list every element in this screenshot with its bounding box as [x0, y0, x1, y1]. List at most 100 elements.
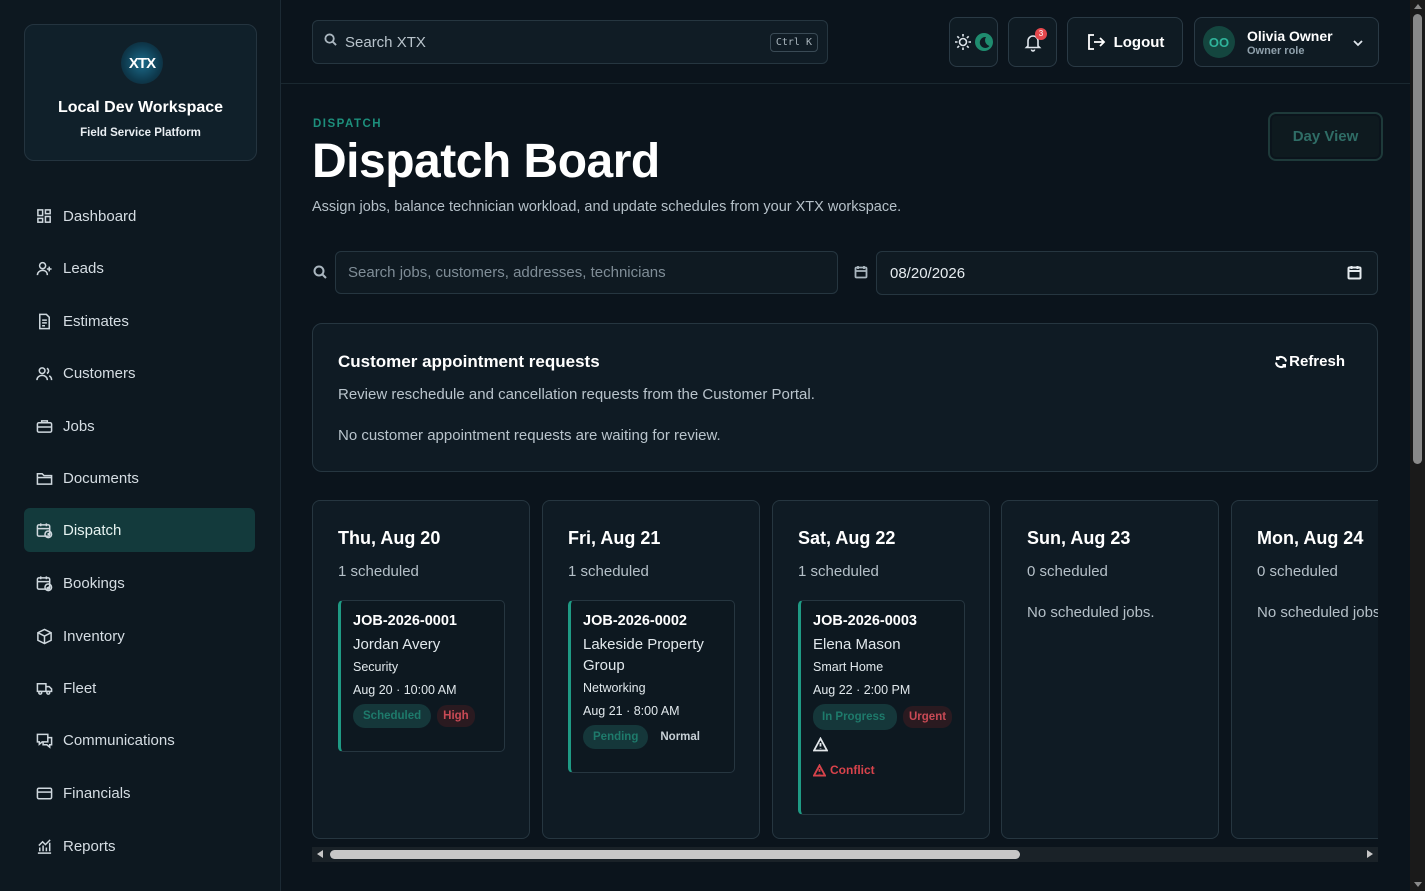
sidebar-item-documents[interactable]: Documents [24, 456, 255, 500]
page-vertical-scrollbar[interactable] [1410, 0, 1425, 891]
sidebar-item-jobs[interactable]: Jobs [24, 404, 255, 448]
day-column: Mon, Aug 24 0 scheduled No scheduled job… [1231, 500, 1378, 839]
sidebar-item-label: Financials [63, 784, 131, 802]
sidebar-item-customers[interactable]: Customers [24, 351, 255, 395]
workspace-name: Local Dev Workspace [57, 99, 224, 116]
requests-description: Review reschedule and cancellation reque… [338, 386, 815, 403]
sidebar-item-label: Leads [63, 259, 104, 277]
calendar-check-icon [35, 574, 53, 592]
job-type: Smart Home [813, 660, 884, 674]
credit-card-icon [35, 784, 53, 802]
moon-icon [974, 33, 993, 51]
notification-count-badge: 3 [1035, 28, 1047, 40]
job-card[interactable]: JOB-2026-0002 Lakeside Property Group Ne… [568, 600, 735, 773]
search-shortcut-hint: Ctrl K [769, 33, 818, 52]
day-count: 0 scheduled [1257, 563, 1338, 580]
priority-badge: Urgent [903, 706, 953, 728]
job-time: Aug 21 · 8:00 AM [583, 704, 680, 718]
job-customer: Elena Mason [813, 636, 901, 653]
job-customer: Lakeside Property Group [583, 636, 704, 674]
day-column: Sat, Aug 22 1 scheduled JOB-2026-0003 El… [772, 500, 990, 839]
sidebar-item-financials[interactable]: Financials [24, 771, 255, 815]
calendar-icon[interactable] [1347, 265, 1362, 284]
scrollbar-thumb[interactable] [330, 850, 1020, 859]
board-search-input[interactable] [335, 251, 838, 294]
scroll-left-arrow[interactable] [317, 850, 323, 858]
user-role: Owner role [1247, 44, 1305, 57]
day-empty-state: No scheduled jobs. [1257, 604, 1378, 621]
sidebar-item-leads[interactable]: Leads [24, 246, 255, 290]
sidebar: XTX Local Dev Workspace Field Service Pl… [0, 0, 281, 891]
sidebar-item-reports[interactable]: Reports [24, 824, 255, 868]
sidebar-item-label: Jobs [63, 417, 95, 435]
document-icon [35, 312, 53, 330]
user-info: Olivia Owner Owner role [1247, 28, 1333, 57]
calendar-icon [854, 265, 868, 284]
scroll-up-arrow[interactable] [1414, 4, 1422, 9]
global-search-input[interactable]: Search XTX Ctrl K [312, 20, 828, 64]
refresh-button[interactable]: Refresh [1274, 353, 1345, 370]
top-bar: Search XTX Ctrl K 3 Logout OO Olivia Own… [281, 0, 1410, 84]
board-horizontal-scrollbar[interactable] [312, 847, 1378, 862]
day-column: Fri, Aug 21 1 scheduled JOB-2026-0002 La… [542, 500, 760, 839]
scrollbar-thumb[interactable] [1413, 14, 1422, 464]
status-badge: Pending [583, 725, 649, 749]
users-icon [35, 364, 53, 382]
theme-toggle-button[interactable] [949, 17, 998, 67]
priority-badge: Normal [660, 731, 700, 743]
sidebar-item-communications[interactable]: Communications [24, 718, 255, 762]
workspace-logo-text: XTX [128, 54, 156, 72]
sidebar-item-dispatch[interactable]: Dispatch [24, 508, 255, 552]
job-customer: Jordan Avery [353, 636, 441, 653]
job-tags: Scheduled High [353, 704, 504, 728]
day-count: 1 scheduled [568, 563, 649, 580]
job-id: JOB-2026-0002 [583, 613, 687, 629]
job-card[interactable]: JOB-2026-0003 Elena Mason Smart Home Aug… [798, 600, 965, 815]
scroll-down-arrow[interactable] [1414, 882, 1422, 887]
sun-icon [954, 34, 971, 50]
day-empty-state: No scheduled jobs. [1027, 604, 1155, 621]
logout-icon [1087, 34, 1105, 50]
refresh-label: Refresh [1289, 353, 1345, 370]
sidebar-item-label: Communications [63, 731, 175, 749]
sidebar-item-label: Documents [63, 469, 139, 487]
sidebar-item-bookings[interactable]: Bookings [24, 561, 255, 605]
workspace-card[interactable]: XTX Local Dev Workspace Field Service Pl… [24, 24, 257, 161]
job-tags: In Progress Urgent [813, 704, 964, 730]
job-card[interactable]: JOB-2026-0001 Jordan Avery Security Aug … [338, 600, 505, 752]
day-view-button[interactable]: Day View [1268, 112, 1383, 161]
day-title: Sun, Aug 23 [1027, 528, 1131, 548]
grid-icon [35, 207, 53, 225]
sidebar-item-fleet[interactable]: Fleet [24, 666, 255, 710]
conflict-indicator: Conflict [813, 763, 964, 777]
date-value: 08/20/2026 [890, 264, 966, 282]
day-column: Sun, Aug 23 0 scheduled No scheduled job… [1001, 500, 1219, 839]
user-menu-button[interactable]: OO Olivia Owner Owner role [1194, 17, 1379, 67]
user-plus-icon [35, 259, 53, 277]
sidebar-item-label: Dispatch [63, 521, 122, 539]
search-icon [324, 33, 337, 51]
job-type: Networking [583, 681, 646, 695]
day-count: 0 scheduled [1027, 563, 1108, 580]
chevron-down-icon [1353, 40, 1363, 47]
job-tags: Pending Normal [583, 725, 734, 749]
job-id: JOB-2026-0003 [813, 613, 917, 629]
date-picker-input[interactable]: 08/20/2026 [876, 251, 1378, 295]
sidebar-item-dashboard[interactable]: Dashboard [24, 194, 255, 238]
day-title: Mon, Aug 24 [1257, 528, 1364, 548]
conflict-label: Conflict [830, 763, 875, 777]
day-title: Sat, Aug 22 [798, 528, 896, 548]
sidebar-item-estimates[interactable]: Estimates [24, 299, 255, 343]
day-count: 1 scheduled [338, 563, 419, 580]
sidebar-item-inventory[interactable]: Inventory [24, 614, 255, 658]
briefcase-icon [35, 417, 53, 435]
scroll-right-arrow[interactable] [1367, 850, 1373, 858]
folder-icon [35, 469, 53, 487]
appointment-requests-panel: Customer appointment requests Review res… [312, 323, 1378, 472]
job-id: JOB-2026-0001 [353, 613, 457, 629]
chat-icon [35, 731, 53, 749]
sidebar-item-label: Fleet [63, 679, 97, 697]
sidebar-item-label: Estimates [63, 312, 129, 330]
notifications-button[interactable]: 3 [1008, 17, 1057, 67]
logout-button[interactable]: Logout [1067, 17, 1183, 67]
